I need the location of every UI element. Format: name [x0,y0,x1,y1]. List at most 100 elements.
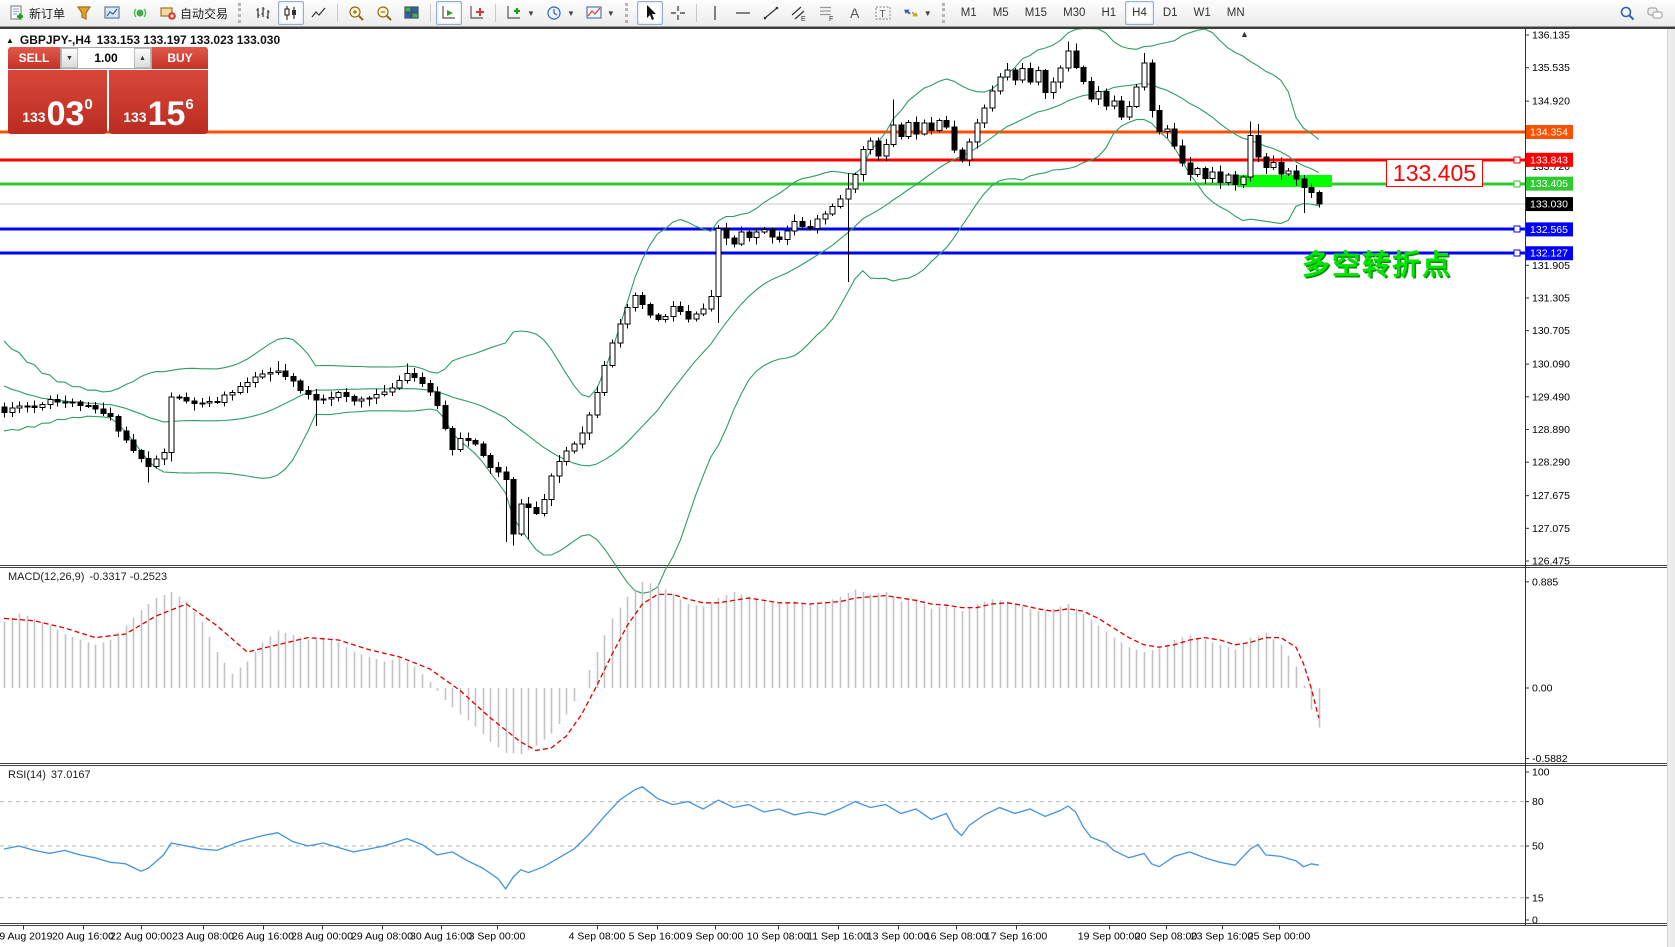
candle-chart-icon [282,4,300,22]
svg-text:0: 0 [1532,915,1538,927]
periods-button[interactable]: ▼ [541,1,579,25]
macd-values: -0.3317 -0.2523 [89,571,168,583]
svg-text:132.127: 132.127 [1530,248,1568,260]
new-order-button[interactable]: 新订单 [4,1,69,25]
svg-text:19 Aug 2019: 19 Aug 2019 [0,931,53,943]
horizontal-line-objects[interactable] [0,130,1525,255]
chevron-down-icon[interactable]: ▼ [924,9,932,18]
vertical-line-icon [706,4,724,22]
chart-shift-button[interactable] [464,1,490,25]
chevron-down-icon[interactable]: ▼ [527,9,535,18]
buy-price-prefix: 133 [123,109,147,125]
price-annotation-box[interactable]: 133.405 [1386,159,1483,187]
timeframe-m15-button[interactable]: M15 [1018,1,1054,25]
svg-text:E: E [801,16,806,22]
indicators-icon [505,4,523,22]
chart-shift-icon [468,4,486,22]
candle-chart-button[interactable] [278,1,305,25]
line-drag-handle[interactable] [1513,225,1521,233]
periods-icon [545,4,563,22]
collapse-arrow-icon[interactable]: ▲ [6,36,14,45]
crosshair-button[interactable] [665,1,691,25]
svg-text:20 Sep 08:00: 20 Sep 08:00 [1135,931,1198,943]
window-edge-strip [1667,29,1675,947]
funnel-button[interactable] [71,1,97,25]
scroll-to-end-marker[interactable]: ▲ [1240,29,1249,39]
rsi-panel [0,786,1525,899]
rsi-value: 37.0167 [50,769,91,781]
equidistant-channel-icon: E [790,4,808,22]
svg-text:136.135: 136.135 [1532,30,1570,42]
text-label-icon: T [874,4,892,22]
bar-chart-button[interactable] [250,1,276,25]
timeframe-h1-button[interactable]: H1 [1094,1,1123,25]
toolbar-separator [695,4,697,22]
timeframe-mn-button[interactable]: MN [1220,1,1252,25]
chevron-down-icon[interactable]: ▼ [607,9,615,18]
horizontal-line-button[interactable] [730,1,756,25]
horizontal-line-icon [734,4,752,22]
text-button[interactable]: A [842,1,868,25]
toolbar-separator [238,3,244,23]
cursor-button[interactable] [636,1,663,25]
svg-text:135.535: 135.535 [1532,62,1570,74]
arrows-button[interactable]: ▼ [898,1,936,25]
metaeditor-icon [103,4,121,22]
line-drag-handle[interactable] [1513,156,1521,164]
svg-text:127.075: 127.075 [1532,523,1570,535]
text-label-button[interactable]: T [870,1,896,25]
metaeditor-button[interactable] [99,1,125,25]
timeframe-w1-button[interactable]: W1 [1187,1,1218,25]
chevron-down-icon[interactable]: ▼ [567,9,575,18]
volume-increase-button[interactable]: ▲ [134,48,151,68]
timeframe-m1-button[interactable]: M1 [954,1,984,25]
line-drag-handle[interactable] [1513,249,1521,257]
equidistant-channel-button[interactable]: E [786,1,812,25]
svg-text:80: 80 [1532,796,1544,808]
indicators-button[interactable]: ▼ [501,1,539,25]
line-chart-icon [310,4,328,22]
autotrading-button[interactable]: 自动交易 [155,1,232,25]
svg-text:133.030: 133.030 [1530,199,1568,211]
rsi-line [3,786,1319,891]
timeframe-m30-button[interactable]: M30 [1056,1,1092,25]
svg-text:132.565: 132.565 [1530,224,1568,236]
bar-chart-icon [254,4,272,22]
svg-text:9 Sep 00:00: 9 Sep 00:00 [687,931,744,943]
svg-text:30 Aug 16:00: 30 Aug 16:00 [410,931,472,943]
svg-text:0.00: 0.00 [1532,683,1553,695]
zoom-out-button[interactable] [371,1,397,25]
svg-text:130.705: 130.705 [1532,325,1570,337]
templates-button[interactable]: ▼ [581,1,619,25]
fibonacci-button[interactable]: F [814,1,840,25]
svg-text:130.090: 130.090 [1532,359,1570,371]
chat-button[interactable] [1642,1,1668,25]
sell-button[interactable]: SELL [8,47,60,69]
turning-point-annotation[interactable]: 多空转折点 [1302,243,1452,283]
trendline-button[interactable] [758,1,784,25]
buy-button[interactable]: BUY [152,47,208,69]
sell-price-display[interactable]: 133 03 0 [8,70,107,134]
tile-windows-button[interactable] [399,1,425,25]
vertical-line-button[interactable] [702,1,728,25]
svg-text:4 Sep 08:00: 4 Sep 08:00 [569,931,626,943]
symbol-quote-line: ▲ GBPJPY-,H4 133.153 133.197 133.023 133… [6,33,280,47]
toolbar-separator [430,4,432,22]
line-drag-handle[interactable] [1513,180,1521,188]
alerts-button[interactable] [127,1,153,25]
zoom-in-button[interactable] [343,1,369,25]
buy-price-display[interactable]: 133 15 6 [109,70,208,134]
timeframe-d1-button[interactable]: D1 [1156,1,1185,25]
timeframe-h4-button[interactable]: H4 [1125,1,1154,25]
svg-text:133.843: 133.843 [1530,154,1568,166]
volume-decrease-button[interactable]: ▼ [61,48,78,68]
volume-input[interactable] [78,48,134,68]
svg-text:127.675: 127.675 [1532,490,1570,502]
svg-text:10 Sep 08:00: 10 Sep 08:00 [747,931,810,943]
svg-text:134.354: 134.354 [1530,126,1568,138]
line-chart-button[interactable] [306,1,332,25]
search-button[interactable] [1614,1,1640,25]
alerts-icon [131,4,149,22]
timeframe-m5-button[interactable]: M5 [986,1,1016,25]
auto-scroll-button[interactable] [436,1,463,25]
